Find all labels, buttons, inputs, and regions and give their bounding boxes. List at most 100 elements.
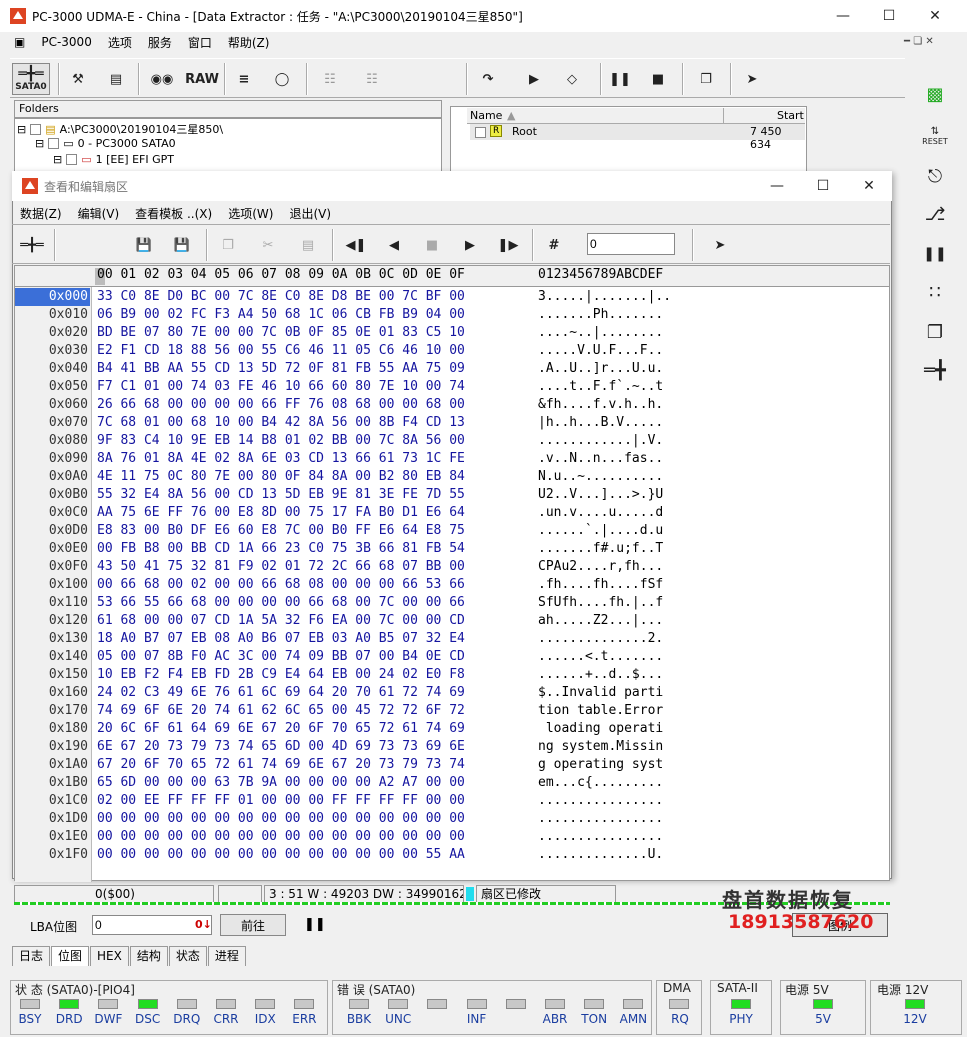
save-as-icon[interactable]: 💾 [166, 229, 198, 261]
stop-icon[interactable]: ■ [642, 63, 674, 95]
row-bytes[interactable]: 20 6C 6F 61 64 69 6E 67 20 6F 70 65 72 6… [97, 720, 465, 738]
goto-sector-icon[interactable]: # [538, 229, 570, 261]
row-ascii[interactable]: .un.v....u.....d [538, 504, 663, 522]
row-bytes[interactable]: 02 00 EE FF FF FF 01 00 00 00 FF FF FF F… [97, 792, 465, 810]
row-bytes[interactable]: E8 83 00 B0 DF E6 60 E8 7C 00 B0 FF E6 6… [97, 522, 465, 540]
row-bytes[interactable]: 4E 11 75 0C 80 7E 00 80 0F 84 8A 00 B2 8… [97, 468, 465, 486]
reset-icon[interactable]: ⇅ RESET [915, 120, 955, 152]
checkbox[interactable] [30, 123, 42, 135]
switch-icon[interactable]: ⎇ [915, 198, 955, 230]
row-ascii[interactable]: tion table.Error [538, 702, 663, 720]
row-bytes[interactable]: 00 66 68 00 02 00 00 66 68 08 00 00 00 6… [97, 576, 465, 594]
menu-service[interactable]: 服务 [140, 34, 180, 51]
sector-number-input[interactable] [587, 233, 675, 255]
menu-edit[interactable]: 编辑(V) [70, 205, 128, 222]
row-bytes[interactable]: 24 02 C3 49 6E 76 61 6C 69 64 20 70 61 7… [97, 684, 465, 702]
row-bytes[interactable]: 33 C0 8E D0 BC 00 7C 8E C0 8E D8 BE 00 7… [97, 288, 465, 306]
row-ascii[interactable]: $..Invalid parti [538, 684, 663, 702]
menu-data[interactable]: 数据(Z) [12, 205, 70, 222]
tab-hex[interactable]: HEX [90, 946, 129, 966]
step-icon[interactable]: ◇ [556, 63, 588, 95]
row-ascii[interactable]: N.u..~.......... [538, 468, 663, 486]
menu-view-template[interactable]: 查看模板 ..(X) [127, 205, 220, 222]
folder-sata0[interactable]: ⊟ ▭ 0 - PC3000 SATA0 [35, 137, 176, 150]
paste-icon[interactable]: ▤ [292, 229, 324, 261]
row-ascii[interactable]: .......Ph....... [538, 306, 663, 324]
row-ascii[interactable]: ................ [538, 810, 663, 828]
save-icon[interactable]: 💾 [128, 229, 160, 261]
sata0-button[interactable]: ═╋═ SATA0 [12, 63, 50, 95]
disk-export-icon[interactable]: ◯ [266, 63, 298, 95]
row-ascii[interactable]: em...c{......... [538, 774, 663, 792]
row-ascii[interactable]: loading operati [538, 720, 663, 738]
row-ascii[interactable]: CPAu2....r,fh... [538, 558, 663, 576]
copy-icon[interactable]: ❐ [212, 229, 244, 261]
menu-help[interactable]: 帮助(Z) [220, 34, 278, 51]
menu-window[interactable]: 窗口 [180, 34, 220, 51]
row-ascii[interactable]: ................ [538, 792, 663, 810]
scroll-icon[interactable]: ▤ [100, 63, 132, 95]
raw-button[interactable]: RAW [184, 63, 220, 95]
tab-log[interactable]: 日志 [12, 946, 51, 966]
row-ascii[interactable]: ................ [538, 828, 663, 846]
row-ascii[interactable]: 3.....|.......|.. [538, 288, 671, 306]
signal-icon[interactable]: ⎋ [915, 160, 955, 192]
list-row-root[interactable]: R Root 7 450 634 [470, 124, 805, 151]
copy-settings-icon[interactable]: ❐ [915, 316, 955, 348]
editor-minimize-button[interactable]: — [754, 171, 800, 201]
row-ascii[interactable]: ..............U. [538, 846, 663, 864]
col-name[interactable]: Name [470, 109, 502, 122]
go-button[interactable]: 前往 [220, 914, 286, 936]
row-bytes[interactable]: 53 66 55 66 68 00 00 00 00 66 68 00 7C 0… [97, 594, 465, 612]
row-ascii[interactable]: g operating syst [538, 756, 663, 774]
row-bytes[interactable]: F7 C1 01 00 74 03 FE 46 10 66 60 80 7E 1… [97, 378, 465, 396]
row-bytes[interactable]: E2 F1 CD 18 88 56 00 55 C6 46 11 05 C6 4… [97, 342, 465, 360]
tab-status[interactable]: 状态 [168, 946, 207, 966]
checkbox[interactable] [475, 127, 486, 138]
cable-icon[interactable]: ═╋═ [16, 229, 48, 261]
row-ascii[interactable]: .A..U..]r...U.u. [538, 360, 663, 378]
editor-close-button[interactable]: ✕ [846, 171, 892, 201]
checkbox[interactable] [48, 138, 60, 149]
first-sector-icon[interactable]: ◀❚ [340, 229, 372, 261]
row-ascii[interactable]: ....t..F.f`.~..t [538, 378, 663, 396]
binoculars-icon[interactable]: ◉◉ [146, 63, 178, 95]
row-ascii[interactable]: ah.....Z2...|... [538, 612, 663, 630]
close-button[interactable]: ✕ [912, 0, 958, 32]
row-bytes[interactable]: 00 00 00 00 00 00 00 00 00 00 00 00 00 0… [97, 828, 465, 846]
next-sector-icon[interactable]: ▶ [454, 229, 486, 261]
row-bytes[interactable]: 05 00 07 8B F0 AC 3C 00 74 09 BB 07 00 B… [97, 648, 465, 666]
bits-icon[interactable]: ∷ [915, 276, 955, 308]
row-bytes[interactable]: 00 00 00 00 00 00 00 00 00 00 00 00 00 0… [97, 810, 465, 828]
folder-root[interactable]: ⊟ ▤ A:\PC3000\20190104三星850\ [17, 121, 223, 137]
tab-bitmap[interactable]: 位图 [51, 946, 90, 966]
row-ascii[interactable]: .....V.U.F...F.. [538, 342, 663, 360]
row-bytes[interactable]: 6E 67 20 73 79 73 74 65 6D 00 4D 69 73 7… [97, 738, 465, 756]
menu-exit[interactable]: 退出(V) [281, 205, 339, 222]
tab-process[interactable]: 进程 [207, 946, 246, 966]
row-ascii[interactable]: ....~..|........ [538, 324, 663, 342]
row-bytes[interactable]: 65 6D 00 00 00 63 7B 9A 00 00 00 00 A2 A… [97, 774, 465, 792]
menu-options[interactable]: 选项(W) [220, 205, 281, 222]
row-bytes[interactable]: 8A 76 01 8A 4E 02 8A 6E 03 CD 13 66 61 7… [97, 450, 465, 468]
row-bytes[interactable]: 67 20 6F 70 65 72 61 74 69 6E 67 20 73 7… [97, 756, 465, 774]
row-bytes[interactable]: 7C 68 01 00 68 10 00 B4 42 8A 56 00 8B F… [97, 414, 465, 432]
hex-view[interactable]: 00 01 02 03 04 05 06 07 08 09 0A 0B 0C 0… [14, 265, 890, 882]
menu-options[interactable]: 选项 [100, 34, 140, 51]
folder-efi-gpt[interactable]: ⊟ ▭ 1 [EE] EFI GPT [53, 153, 174, 166]
tree-icon[interactable]: ☷ [314, 63, 346, 95]
last-sector-icon[interactable]: ❚▶ [492, 229, 524, 261]
row-ascii[interactable]: .fh....fh....fSf [538, 576, 663, 594]
checkbox[interactable] [66, 154, 78, 165]
row-bytes[interactable]: AA 75 6E FF 76 00 E8 8D 00 75 17 FA B0 D… [97, 504, 465, 522]
minimize-button[interactable]: — [820, 0, 866, 32]
row-bytes[interactable]: 55 32 E4 8A 56 00 CD 13 5D EB 9E 81 3E F… [97, 486, 465, 504]
row-ascii[interactable]: &fh....f.v.h..h. [538, 396, 663, 414]
row-ascii[interactable]: ......+..d..$... [538, 666, 663, 684]
prev-sector-icon[interactable]: ◀ [378, 229, 410, 261]
lba-input[interactable] [92, 915, 212, 935]
row-ascii[interactable]: ............|.V. [538, 432, 663, 450]
drive-layers-icon[interactable]: ≡ [228, 63, 260, 95]
tab-structure[interactable]: 结构 [129, 946, 168, 966]
row-bytes[interactable]: 61 68 00 00 07 CD 1A 5A 32 F6 EA 00 7C 0… [97, 612, 465, 630]
